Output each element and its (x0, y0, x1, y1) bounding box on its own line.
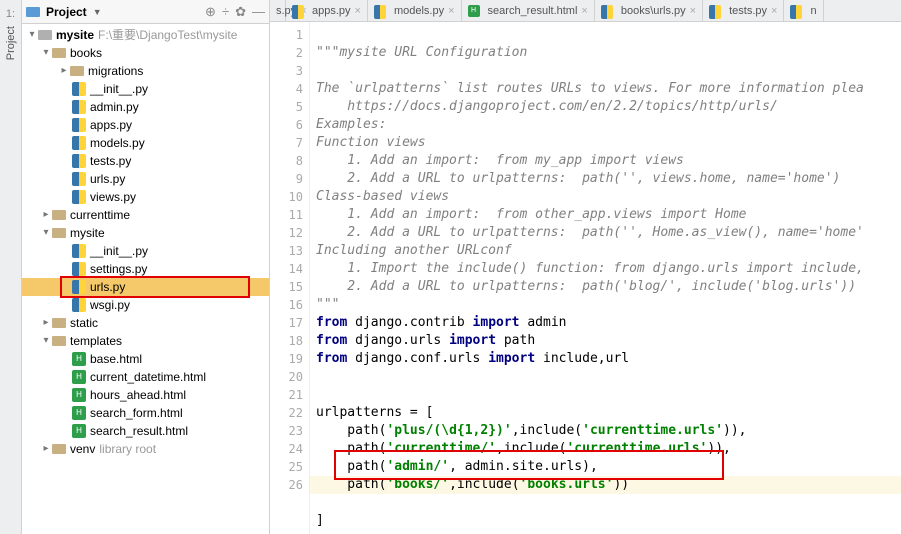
tree-file-urls-selected[interactable]: urls.py (22, 278, 269, 296)
tree-file[interactable]: apps.py (22, 116, 269, 134)
tab-tests[interactable]: tests.py× (703, 0, 784, 21)
tree-file[interactable]: Hcurrent_datetime.html (22, 368, 269, 386)
editor-tabs: s.py× apps.py× models.py× Hsearch_result… (270, 0, 901, 22)
chevron-down-icon[interactable]: ▼ (93, 7, 102, 17)
python-file-icon (72, 136, 86, 150)
tab-truncated-right[interactable]: n (784, 0, 823, 21)
tree-folder-templates[interactable]: ▾templates (22, 332, 269, 350)
tree-file[interactable]: wsgi.py (22, 296, 269, 314)
rail-project-label[interactable]: Project (5, 26, 17, 60)
python-file-icon (72, 154, 86, 168)
python-file-icon (72, 244, 86, 258)
close-icon[interactable]: × (771, 5, 777, 17)
folder-icon (52, 228, 66, 238)
python-file-icon (709, 5, 721, 17)
project-icon (26, 7, 40, 17)
html-file-icon: H (72, 406, 86, 420)
tab-books-urls[interactable]: books\urls.py× (595, 0, 703, 21)
python-file-icon (72, 262, 86, 276)
python-file-icon (72, 100, 86, 114)
project-tree[interactable]: ▾mysiteF:\重要\DjangoTest\mysite ▾books ▸m… (22, 24, 269, 534)
project-panel-title[interactable]: Project (46, 5, 87, 19)
close-icon[interactable]: × (581, 5, 587, 17)
tree-file[interactable]: Hsearch_form.html (22, 404, 269, 422)
annotation-highlight-box (334, 450, 724, 480)
folder-icon (52, 48, 66, 58)
tree-root[interactable]: ▾mysiteF:\重要\DjangoTest\mysite (22, 26, 269, 44)
tree-folder-mysite[interactable]: ▾mysite (22, 224, 269, 242)
python-file-icon (72, 190, 86, 204)
python-file-icon (72, 280, 86, 294)
project-panel-header: Project ▼ ⊕ ÷ ✿ — (22, 0, 269, 24)
folder-icon (52, 210, 66, 220)
tree-file[interactable]: tests.py (22, 152, 269, 170)
line-number-gutter: 1234567891011121314151617181920212223242… (270, 22, 310, 534)
python-file-icon (72, 118, 86, 132)
tree-folder-currenttime[interactable]: ▸currenttime (22, 206, 269, 224)
tree-folder-migrations[interactable]: ▸migrations (22, 62, 269, 80)
python-file-icon (292, 5, 304, 17)
collapse-icon[interactable]: — (252, 4, 265, 19)
project-panel: Project ▼ ⊕ ÷ ✿ — ▾mysiteF:\重要\DjangoTes… (22, 0, 270, 534)
tool-window-rail[interactable]: 1: Project (0, 0, 22, 534)
python-file-icon (601, 5, 613, 17)
html-file-icon: H (72, 388, 86, 402)
tree-file[interactable]: admin.py (22, 98, 269, 116)
tree-file[interactable]: __init__.py (22, 80, 269, 98)
python-file-icon (72, 298, 86, 312)
code-editor[interactable]: """mysite URL Configuration The `urlpatt… (310, 22, 901, 534)
html-file-icon: H (72, 352, 86, 366)
folder-icon (52, 336, 66, 346)
close-icon[interactable]: × (690, 5, 696, 17)
close-icon[interactable]: × (448, 5, 454, 17)
python-file-icon (790, 5, 802, 17)
tree-file[interactable]: models.py (22, 134, 269, 152)
folder-icon (52, 318, 66, 328)
tree-file[interactable]: urls.py (22, 170, 269, 188)
html-file-icon: H (72, 424, 86, 438)
tab-models[interactable]: models.py× (368, 0, 462, 21)
split-icon[interactable]: ÷ (222, 4, 229, 19)
locate-icon[interactable]: ⊕ (205, 4, 216, 20)
python-file-icon (374, 5, 386, 17)
tab-search-result[interactable]: Hsearch_result.html× (462, 0, 595, 21)
python-file-icon (72, 172, 86, 186)
tree-folder-static[interactable]: ▸static (22, 314, 269, 332)
html-file-icon: H (72, 370, 86, 384)
tree-file[interactable]: Hhours_ahead.html (22, 386, 269, 404)
folder-icon (52, 444, 66, 454)
gear-icon[interactable]: ✿ (235, 4, 246, 20)
tree-folder-venv[interactable]: ▸venvlibrary root (22, 440, 269, 458)
editor-area: s.py× apps.py× models.py× Hsearch_result… (270, 0, 901, 534)
tree-file[interactable]: Hsearch_result.html (22, 422, 269, 440)
folder-icon (70, 66, 84, 76)
close-icon[interactable]: × (355, 5, 361, 17)
tree-file[interactable]: __init__.py (22, 242, 269, 260)
tree-file[interactable]: views.py (22, 188, 269, 206)
html-file-icon: H (468, 5, 480, 17)
tab-apps[interactable]: apps.py× (286, 0, 368, 21)
tab-truncated[interactable]: s.py× (270, 0, 286, 21)
rail-number: 1: (6, 8, 15, 20)
tree-folder-books[interactable]: ▾books (22, 44, 269, 62)
tree-file[interactable]: Hbase.html (22, 350, 269, 368)
python-file-icon (72, 82, 86, 96)
folder-icon (38, 30, 52, 40)
tree-file[interactable]: settings.py (22, 260, 269, 278)
